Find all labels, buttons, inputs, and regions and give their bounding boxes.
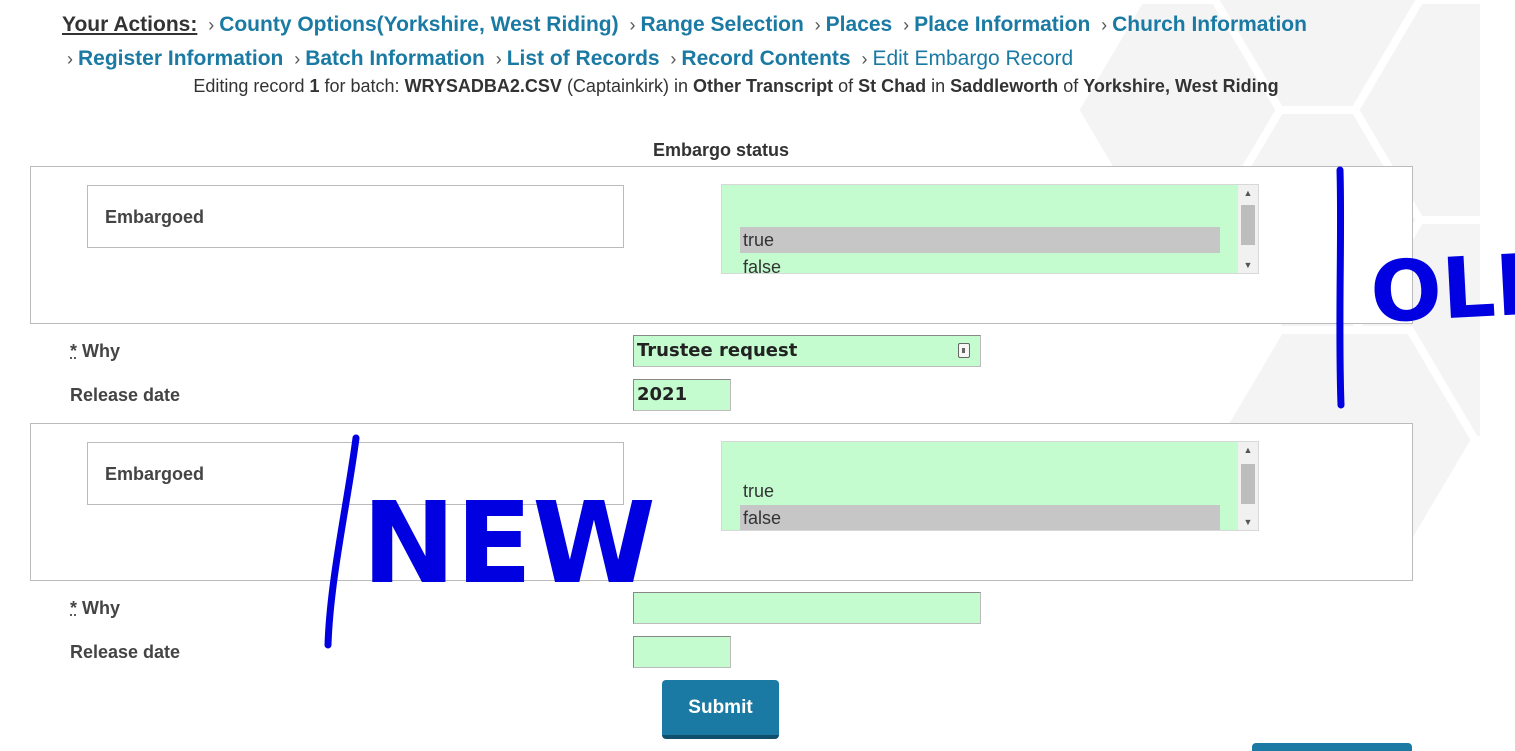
scrollbar-thumb[interactable] (1241, 464, 1255, 504)
old-select-scrollbar[interactable]: ▲ ▼ (1238, 185, 1258, 273)
new-release-date-input[interactable] (633, 636, 731, 668)
church-name: St Chad (858, 76, 926, 96)
new-why-input[interactable] (633, 592, 981, 624)
new-select-scrollbar[interactable]: ▲ ▼ (1238, 442, 1258, 530)
new-embargoed-fieldset: Embargoed true false ▲ ▼ (30, 423, 1413, 581)
place-name: Saddleworth (950, 76, 1058, 96)
breadcrumb-place-information[interactable]: Place Information (914, 13, 1090, 36)
batch-name: WRYSADBA2.CSV (405, 76, 562, 96)
batch-user: (Captainkirk) (567, 76, 669, 96)
embargo-status-heading: Embargo status (0, 140, 1442, 161)
old-release-date-input[interactable]: 2021 (633, 379, 731, 411)
old-release-date-label: Release date (70, 385, 180, 406)
new-option-false[interactable]: false (740, 505, 1220, 531)
autofill-icon[interactable] (958, 343, 970, 358)
old-option-true[interactable]: true (740, 227, 1220, 253)
required-marker: * (70, 598, 77, 618)
scroll-down-arrow-icon[interactable]: ▼ (1238, 514, 1258, 530)
partial-button-offscreen[interactable] (1252, 743, 1412, 751)
breadcrumb-places[interactable]: Places (826, 13, 893, 36)
old-embargoed-select[interactable]: true false ▲ ▼ (721, 184, 1259, 274)
required-marker: * (70, 341, 77, 361)
breadcrumb: Your Actions: › County Options(Yorkshire,… (62, 8, 1352, 76)
old-embargoed-fieldset: Embargoed true false ▲ ▼ (30, 166, 1413, 324)
breadcrumb-current: Edit Embargo Record (872, 47, 1073, 70)
submit-button[interactable]: Submit (662, 680, 779, 739)
breadcrumb-lead: Your Actions: (62, 13, 197, 36)
record-number: 1 (309, 76, 319, 96)
scroll-down-arrow-icon[interactable]: ▼ (1238, 257, 1258, 273)
breadcrumb-register-information[interactable]: Register Information (78, 47, 283, 70)
new-embargoed-label: Embargoed (87, 442, 624, 505)
breadcrumb-church-information[interactable]: Church Information (1112, 13, 1307, 36)
scroll-up-arrow-icon[interactable]: ▲ (1238, 442, 1258, 458)
breadcrumb-list-of-records[interactable]: List of Records (507, 47, 660, 70)
breadcrumb-range-selection[interactable]: Range Selection (640, 13, 803, 36)
scroll-up-arrow-icon[interactable]: ▲ (1238, 185, 1258, 201)
old-why-label: * Why (70, 341, 120, 362)
new-embargoed-select[interactable]: true false ▲ ▼ (721, 441, 1259, 531)
breadcrumb-county-options[interactable]: County Options(Yorkshire, West Riding) (219, 13, 618, 36)
editing-record-summary: Editing record 1 for batch: WRYSADBA2.CS… (0, 76, 1472, 97)
scrollbar-thumb[interactable] (1241, 205, 1255, 245)
new-why-label: * Why (70, 598, 120, 619)
background-hexagon-pattern (1080, 0, 1480, 747)
old-option-false[interactable]: false (740, 254, 1220, 274)
county-name: Yorkshire, West Riding (1083, 76, 1278, 96)
new-release-date-label: Release date (70, 642, 180, 663)
breadcrumb-batch-information[interactable]: Batch Information (305, 47, 485, 70)
old-embargoed-label: Embargoed (87, 185, 624, 248)
transcript-type: Other Transcript (693, 76, 833, 96)
old-why-input[interactable]: Trustee request (633, 335, 981, 367)
new-option-true[interactable]: true (740, 478, 1220, 504)
breadcrumb-record-contents[interactable]: Record Contents (681, 47, 850, 70)
